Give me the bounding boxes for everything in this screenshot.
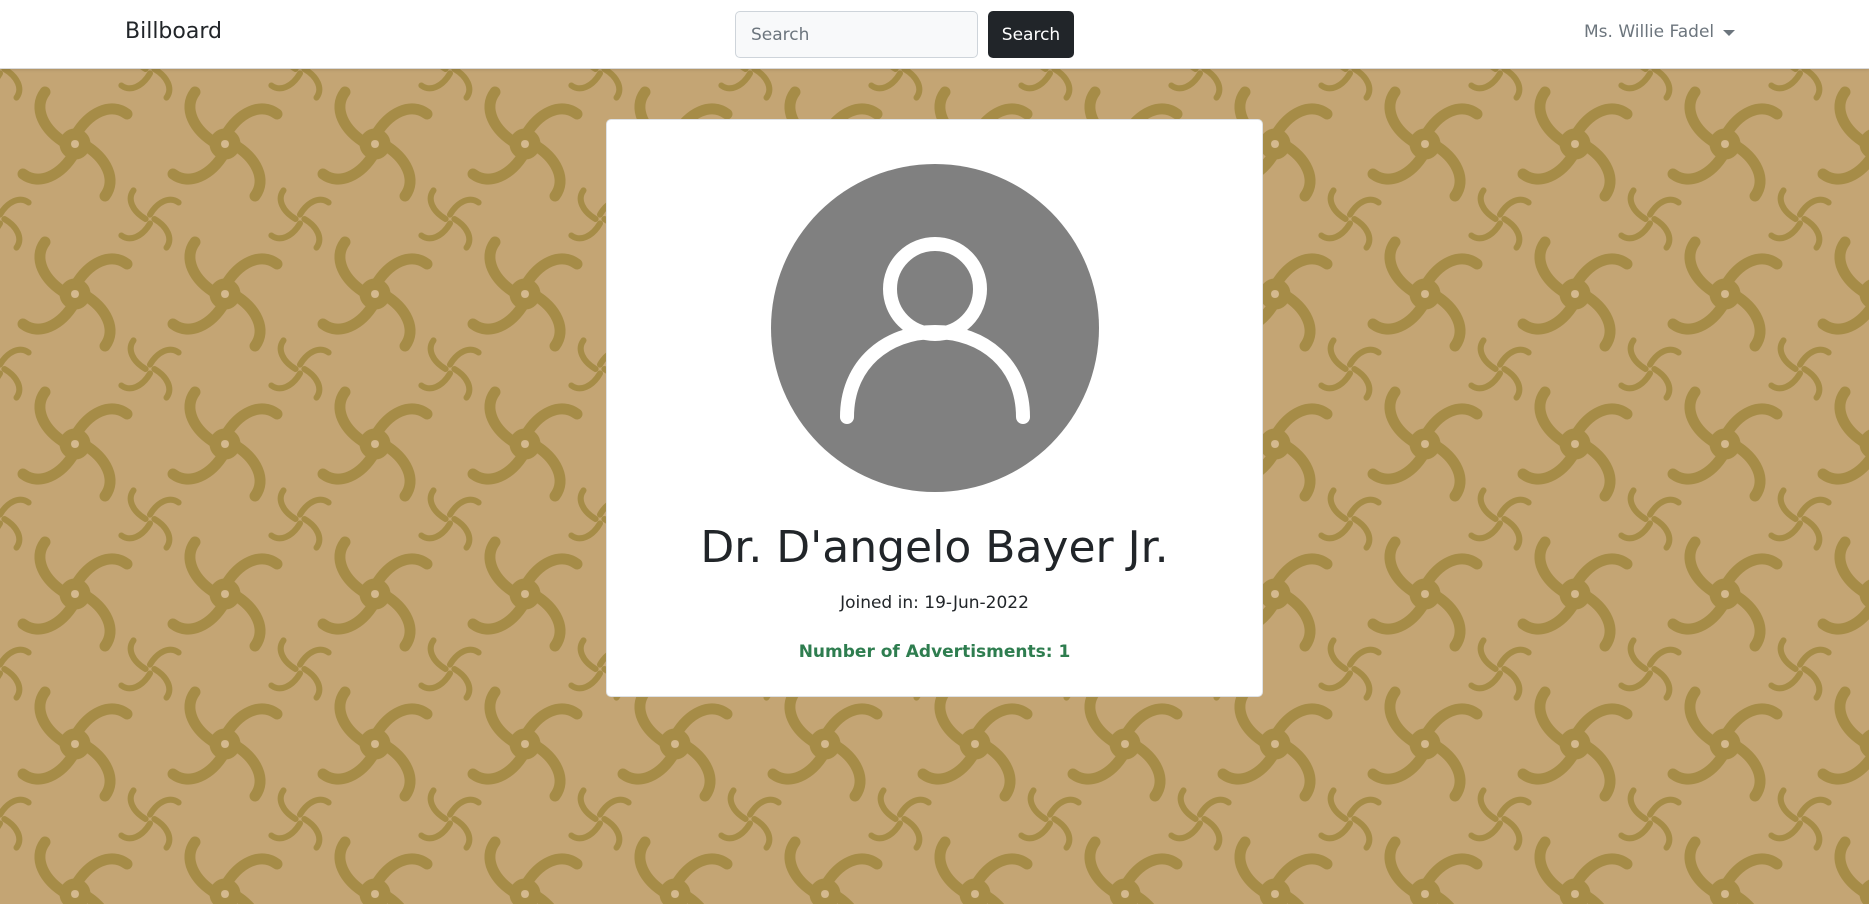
- brand-link[interactable]: Billboard: [125, 19, 222, 44]
- joined-date: Joined in: 19-Jun-2022: [840, 593, 1029, 613]
- user-menu-label: Ms. Willie Fadel: [1584, 22, 1715, 42]
- user-avatar-icon: [771, 164, 1099, 492]
- caret-down-icon: [1723, 29, 1736, 36]
- profile-name: Dr. D'angelo Bayer Jr.: [700, 522, 1169, 573]
- search-input[interactable]: [735, 11, 978, 58]
- advertisement-count: Number of Advertisments: 1: [798, 642, 1071, 662]
- profile-card: Dr. D'angelo Bayer Jr. Joined in: 19-Jun…: [606, 119, 1263, 697]
- user-menu-dropdown[interactable]: Ms. Willie Fadel: [1584, 22, 1736, 42]
- top-navbar: Billboard Search Ms. Willie Fadel: [0, 0, 1869, 69]
- search-button[interactable]: Search: [988, 11, 1074, 58]
